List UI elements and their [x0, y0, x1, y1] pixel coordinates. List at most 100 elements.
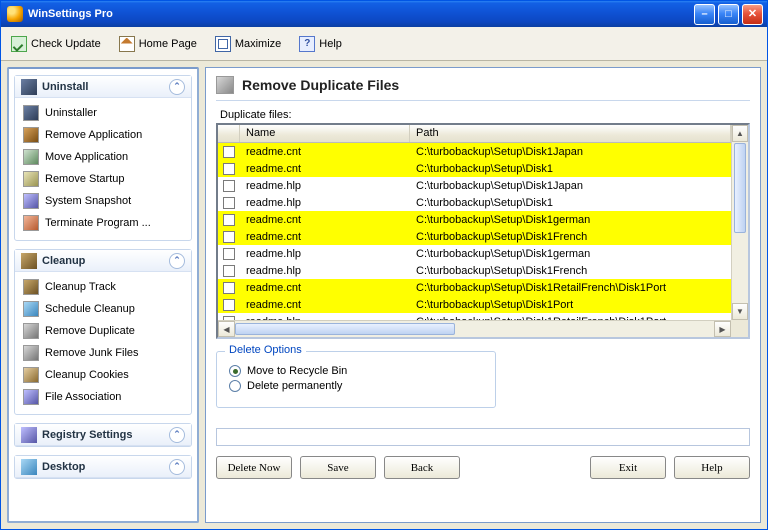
desktop-icon	[21, 459, 37, 475]
scroll-right-icon[interactable]: ▶	[714, 321, 731, 337]
sidebar-item-system-snapshot[interactable]: System Snapshot	[17, 190, 189, 212]
scroll-thumb[interactable]	[734, 143, 746, 233]
table-row[interactable]: readme.cntC:\turbobackup\Setup\Disk1Port	[218, 296, 731, 313]
check-update-tool[interactable]: Check Update	[7, 34, 105, 54]
horizontal-scrollbar[interactable]: ◀ ▶	[218, 320, 731, 337]
delete-now-button[interactable]: Delete Now	[216, 456, 292, 479]
exit-button[interactable]: Exit	[590, 456, 666, 479]
row-checkbox[interactable]	[218, 146, 240, 158]
sidebar-item-label: File Association	[45, 391, 121, 403]
sidebar-item-label: Remove Duplicate	[45, 325, 135, 337]
sidebar-item-cleanup-track[interactable]: Cleanup Track	[17, 276, 189, 298]
column-name[interactable]: Name	[240, 125, 410, 142]
row-checkbox[interactable]	[218, 180, 240, 192]
row-path: C:\turbobackup\Setup\Disk1Japan	[410, 180, 731, 192]
panel-registry-settings-header[interactable]: Registry Settings ⌃	[15, 424, 191, 446]
panel-uninstall-header[interactable]: Uninstall ⌃	[15, 76, 191, 98]
sidebar-item-cleanup-cookies[interactable]: Cleanup Cookies	[17, 364, 189, 386]
back-button[interactable]: Back	[384, 456, 460, 479]
table-row[interactable]: readme.hlpC:\turbobackup\Setup\Disk1germ…	[218, 245, 731, 262]
sidebar-item-remove-junk-files[interactable]: Remove Junk Files	[17, 342, 189, 364]
table-row[interactable]: readme.hlpC:\turbobackup\Setup\Disk1Fren…	[218, 262, 731, 279]
row-name: readme.cnt	[240, 299, 410, 311]
vertical-scrollbar[interactable]: ▲ ▼	[731, 125, 748, 320]
row-path: C:\turbobackup\Setup\Disk1Port	[410, 299, 731, 311]
cleanup-cookies-icon	[23, 367, 39, 383]
row-checkbox[interactable]	[218, 282, 240, 294]
maximize-window-button[interactable]: □	[718, 4, 739, 25]
sidebar-item-label: Remove Startup	[45, 173, 124, 185]
row-checkbox[interactable]	[218, 299, 240, 311]
table-row[interactable]: readme.cntC:\turbobackup\Setup\Disk1Reta…	[218, 279, 731, 296]
table-row[interactable]: readme.cntC:\turbobackup\Setup\Disk1germ…	[218, 211, 731, 228]
minimize-button[interactable]: –	[694, 4, 715, 25]
list-rows-container: readme.cntC:\turbobackup\Setup\Disk1Japa…	[218, 143, 731, 320]
terminate-program-icon	[23, 215, 39, 231]
row-name: readme.cnt	[240, 163, 410, 175]
row-checkbox[interactable]	[218, 231, 240, 243]
table-row[interactable]: readme.cntC:\turbobackup\Setup\Disk1	[218, 160, 731, 177]
table-row[interactable]: readme.cntC:\turbobackup\Setup\Disk1Japa…	[218, 143, 731, 160]
collapse-icon[interactable]: ⌃	[169, 459, 185, 475]
maximize-tool[interactable]: Maximize	[211, 34, 285, 54]
table-row[interactable]: readme.hlpC:\turbobackup\Setup\Disk1Reta…	[218, 313, 731, 320]
collapse-icon[interactable]: ⌃	[169, 427, 185, 443]
app-window: WinSettings Pro – □ ✕ Check Update Home …	[0, 0, 768, 530]
window-title: WinSettings Pro	[28, 8, 113, 20]
radio-icon	[229, 365, 241, 377]
sidebar[interactable]: Uninstall ⌃ Uninstaller Remove Applicati…	[7, 67, 199, 523]
titlebar[interactable]: WinSettings Pro – □ ✕	[1, 1, 767, 27]
duplicate-files-label: Duplicate files:	[220, 109, 750, 121]
help-icon: ?	[299, 36, 315, 52]
scroll-up-icon[interactable]: ▲	[732, 125, 748, 142]
column-path[interactable]: Path	[410, 125, 731, 142]
row-name: readme.hlp	[240, 265, 410, 277]
row-path: C:\turbobackup\Setup\Disk1	[410, 197, 731, 209]
sidebar-item-label: Cleanup Cookies	[45, 369, 129, 381]
sidebar-item-uninstaller[interactable]: Uninstaller	[17, 102, 189, 124]
sidebar-item-remove-startup[interactable]: Remove Startup	[17, 168, 189, 190]
collapse-icon[interactable]: ⌃	[169, 253, 185, 269]
sidebar-item-label: Terminate Program ...	[45, 217, 151, 229]
radio-delete-permanently[interactable]: Delete permanently	[229, 380, 483, 392]
remove-junk-icon	[23, 345, 39, 361]
collapse-icon[interactable]: ⌃	[169, 79, 185, 95]
sidebar-item-remove-application[interactable]: Remove Application	[17, 124, 189, 146]
panel-cleanup-header[interactable]: Cleanup ⌃	[15, 250, 191, 272]
home-page-tool[interactable]: Home Page	[115, 34, 201, 54]
panel-desktop-title: Desktop	[42, 461, 85, 473]
radio-move-recycle-bin[interactable]: Move to Recycle Bin	[229, 365, 483, 377]
sidebar-item-move-application[interactable]: Move Application	[17, 146, 189, 168]
row-checkbox[interactable]	[218, 197, 240, 209]
column-check[interactable]	[218, 125, 240, 142]
sidebar-item-remove-duplicate[interactable]: Remove Duplicate	[17, 320, 189, 342]
help-tool[interactable]: ? Help	[295, 34, 346, 54]
hscroll-thumb[interactable]	[235, 323, 455, 335]
sidebar-item-terminate-program[interactable]: Terminate Program ...	[17, 212, 189, 234]
row-checkbox[interactable]	[218, 214, 240, 226]
home-page-label: Home Page	[139, 38, 197, 50]
file-association-icon	[23, 389, 39, 405]
table-row[interactable]: readme.hlpC:\turbobackup\Setup\Disk1	[218, 194, 731, 211]
panel-desktop-header[interactable]: Desktop ⌃	[15, 456, 191, 478]
scroll-down-icon[interactable]: ▼	[732, 303, 748, 320]
sidebar-item-label: System Snapshot	[45, 195, 131, 207]
table-row[interactable]: readme.cntC:\turbobackup\Setup\Disk1Fren…	[218, 228, 731, 245]
panel-cleanup-body: Cleanup Track Schedule Cleanup Remove Du…	[15, 272, 191, 414]
sidebar-item-label: Uninstaller	[45, 107, 97, 119]
panel-cleanup: Cleanup ⌃ Cleanup Track Schedule Cleanup…	[14, 249, 192, 415]
panel-registry-settings-title: Registry Settings	[42, 429, 132, 441]
row-checkbox[interactable]	[218, 248, 240, 260]
remove-startup-icon	[23, 171, 39, 187]
sidebar-item-schedule-cleanup[interactable]: Schedule Cleanup	[17, 298, 189, 320]
help-button[interactable]: Help	[674, 456, 750, 479]
close-button[interactable]: ✕	[742, 4, 763, 25]
row-path: C:\turbobackup\Setup\Disk1French	[410, 265, 731, 277]
table-row[interactable]: readme.hlpC:\turbobackup\Setup\Disk1Japa…	[218, 177, 731, 194]
save-button[interactable]: Save	[300, 456, 376, 479]
sidebar-item-file-association[interactable]: File Association	[17, 386, 189, 408]
row-checkbox[interactable]	[218, 265, 240, 277]
scroll-left-icon[interactable]: ◀	[218, 321, 235, 337]
panel-uninstall: Uninstall ⌃ Uninstaller Remove Applicati…	[14, 75, 192, 241]
row-checkbox[interactable]	[218, 163, 240, 175]
